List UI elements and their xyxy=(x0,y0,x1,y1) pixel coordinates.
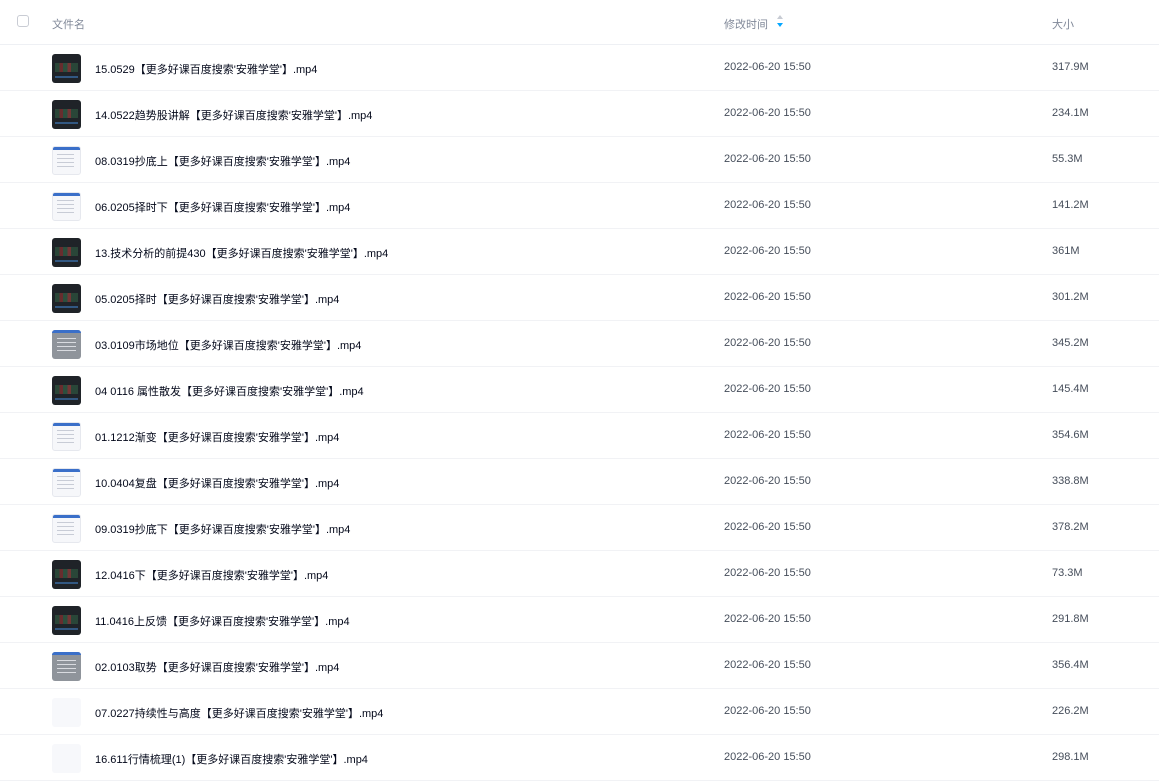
file-modified-time: 2022-06-20 15:50 xyxy=(724,659,811,671)
file-modified-time: 2022-06-20 15:50 xyxy=(724,245,811,257)
file-modified-time: 2022-06-20 15:50 xyxy=(724,291,811,303)
video-thumbnail[interactable] xyxy=(52,376,81,405)
file-name[interactable]: 09.0319抄底下【更多好课百度搜索'安雅学堂'】.mp4 xyxy=(95,521,350,537)
video-thumbnail[interactable] xyxy=(52,468,81,497)
file-row[interactable]: 11.0416上反馈【更多好课百度搜索'安雅学堂'】.mp4 2022-06-20… xyxy=(0,597,1159,643)
file-size: 317.9M xyxy=(1052,61,1089,73)
video-thumbnail[interactable] xyxy=(52,330,81,359)
file-size: 226.2M xyxy=(1052,705,1089,717)
file-row[interactable]: 09.0319抄底下【更多好课百度搜索'安雅学堂'】.mp4 2022-06-20… xyxy=(0,505,1159,551)
file-name[interactable]: 12.0416下【更多好课百度搜索'安雅学堂'】.mp4 xyxy=(95,567,328,583)
file-size: 298.1M xyxy=(1052,751,1089,763)
file-size: 356.4M xyxy=(1052,659,1089,671)
video-thumbnail[interactable] xyxy=(52,514,81,543)
file-name[interactable]: 10.0404复盘【更多好课百度搜索'安雅学堂'】.mp4 xyxy=(95,475,339,491)
file-modified-time: 2022-06-20 15:50 xyxy=(724,199,811,211)
file-size: 338.8M xyxy=(1052,475,1089,487)
video-thumbnail[interactable] xyxy=(52,560,81,589)
file-modified-time: 2022-06-20 15:50 xyxy=(724,107,811,119)
file-row[interactable]: 02.0103取势【更多好课百度搜索'安雅学堂'】.mp4 2022-06-20 … xyxy=(0,643,1159,689)
file-size: 345.2M xyxy=(1052,337,1089,349)
file-modified-time: 2022-06-20 15:50 xyxy=(724,613,811,625)
file-modified-time: 2022-06-20 15:50 xyxy=(724,383,811,395)
file-name[interactable]: 02.0103取势【更多好课百度搜索'安雅学堂'】.mp4 xyxy=(95,659,339,675)
file-row[interactable]: 06.0205择时下【更多好课百度搜索'安雅学堂'】.mp4 2022-06-20… xyxy=(0,183,1159,229)
file-row[interactable]: 16.611行情梳理(1)【更多好课百度搜索'安雅学堂'】.mp4 2022-06… xyxy=(0,735,1159,781)
file-name[interactable]: 06.0205择时下【更多好课百度搜索'安雅学堂'】.mp4 xyxy=(95,199,350,215)
video-thumbnail[interactable] xyxy=(52,422,81,451)
file-size: 291.8M xyxy=(1052,613,1089,625)
file-size: 301.2M xyxy=(1052,291,1089,303)
sort-arrow-icon[interactable] xyxy=(776,14,784,28)
file-name[interactable]: 16.611行情梳理(1)【更多好课百度搜索'安雅学堂'】.mp4 xyxy=(95,751,368,767)
file-size: 141.2M xyxy=(1052,199,1089,211)
video-thumbnail[interactable] xyxy=(52,698,81,727)
file-modified-time: 2022-06-20 15:50 xyxy=(724,337,811,349)
file-name[interactable]: 14.0522趋势股讲解【更多好课百度搜索'安雅学堂'】.mp4 xyxy=(95,107,372,123)
file-size: 145.4M xyxy=(1052,383,1089,395)
video-thumbnail[interactable] xyxy=(52,146,81,175)
column-header-size[interactable]: 大小 xyxy=(1052,16,1074,32)
file-row[interactable]: 05.0205择时【更多好课百度搜索'安雅学堂'】.mp4 2022-06-20 … xyxy=(0,275,1159,321)
file-modified-time: 2022-06-20 15:50 xyxy=(724,567,811,579)
file-modified-time: 2022-06-20 15:50 xyxy=(724,429,811,441)
file-row[interactable]: 08.0319抄底上【更多好课百度搜索'安雅学堂'】.mp4 2022-06-20… xyxy=(0,137,1159,183)
file-name[interactable]: 08.0319抄底上【更多好课百度搜索'安雅学堂'】.mp4 xyxy=(95,153,350,169)
file-list: 15.0529【更多好课百度搜索'安雅学堂'】.mp4 2022-06-20 15… xyxy=(0,45,1159,781)
file-row[interactable]: 04 0116 属性散发【更多好课百度搜索'安雅学堂'】.mp4 2022-06-… xyxy=(0,367,1159,413)
file-size: 73.3M xyxy=(1052,567,1083,579)
video-thumbnail[interactable] xyxy=(52,606,81,635)
file-name[interactable]: 13.技术分析的前提430【更多好课百度搜索'安雅学堂'】.mp4 xyxy=(95,245,388,261)
video-thumbnail[interactable] xyxy=(52,652,81,681)
file-list-header: 文件名 修改时间 大小 xyxy=(0,0,1159,45)
file-modified-time: 2022-06-20 15:50 xyxy=(724,751,811,763)
file-name[interactable]: 11.0416上反馈【更多好课百度搜索'安雅学堂'】.mp4 xyxy=(95,613,350,629)
file-modified-time: 2022-06-20 15:50 xyxy=(724,61,811,73)
video-thumbnail[interactable] xyxy=(52,744,81,773)
file-name[interactable]: 07.0227持续性与高度【更多好课百度搜索'安雅学堂'】.mp4 xyxy=(95,705,383,721)
file-name[interactable]: 01.1212渐变【更多好课百度搜索'安雅学堂'】.mp4 xyxy=(95,429,339,445)
file-row[interactable]: 01.1212渐变【更多好课百度搜索'安雅学堂'】.mp4 2022-06-20 … xyxy=(0,413,1159,459)
file-modified-time: 2022-06-20 15:50 xyxy=(724,705,811,717)
file-row[interactable]: 12.0416下【更多好课百度搜索'安雅学堂'】.mp4 2022-06-20 1… xyxy=(0,551,1159,597)
file-size: 55.3M xyxy=(1052,153,1083,165)
file-row[interactable]: 07.0227持续性与高度【更多好课百度搜索'安雅学堂'】.mp4 2022-06… xyxy=(0,689,1159,735)
video-thumbnail[interactable] xyxy=(52,100,81,129)
file-name[interactable]: 03.0109市场地位【更多好课百度搜索'安雅学堂'】.mp4 xyxy=(95,337,361,353)
file-modified-time: 2022-06-20 15:50 xyxy=(724,153,811,165)
video-thumbnail[interactable] xyxy=(52,54,81,83)
column-header-name[interactable]: 文件名 xyxy=(52,16,85,32)
file-size: 354.6M xyxy=(1052,429,1089,441)
file-size: 361M xyxy=(1052,245,1080,257)
file-name[interactable]: 15.0529【更多好课百度搜索'安雅学堂'】.mp4 xyxy=(95,61,317,77)
select-all-checkbox[interactable] xyxy=(17,15,29,27)
video-thumbnail[interactable] xyxy=(52,238,81,267)
file-modified-time: 2022-06-20 15:50 xyxy=(724,475,811,487)
file-size: 234.1M xyxy=(1052,107,1089,119)
video-thumbnail[interactable] xyxy=(52,284,81,313)
file-row[interactable]: 03.0109市场地位【更多好课百度搜索'安雅学堂'】.mp4 2022-06-2… xyxy=(0,321,1159,367)
file-row[interactable]: 15.0529【更多好课百度搜索'安雅学堂'】.mp4 2022-06-20 15… xyxy=(0,45,1159,91)
file-name[interactable]: 04 0116 属性散发【更多好课百度搜索'安雅学堂'】.mp4 xyxy=(95,383,364,399)
file-row[interactable]: 13.技术分析的前提430【更多好课百度搜索'安雅学堂'】.mp4 2022-06… xyxy=(0,229,1159,275)
file-row[interactable]: 10.0404复盘【更多好课百度搜索'安雅学堂'】.mp4 2022-06-20 … xyxy=(0,459,1159,505)
file-name[interactable]: 05.0205择时【更多好课百度搜索'安雅学堂'】.mp4 xyxy=(95,291,339,307)
video-thumbnail[interactable] xyxy=(52,192,81,221)
column-header-modified-time[interactable]: 修改时间 xyxy=(724,16,768,32)
file-row[interactable]: 14.0522趋势股讲解【更多好课百度搜索'安雅学堂'】.mp4 2022-06-… xyxy=(0,91,1159,137)
file-size: 378.2M xyxy=(1052,521,1089,533)
file-modified-time: 2022-06-20 15:50 xyxy=(724,521,811,533)
